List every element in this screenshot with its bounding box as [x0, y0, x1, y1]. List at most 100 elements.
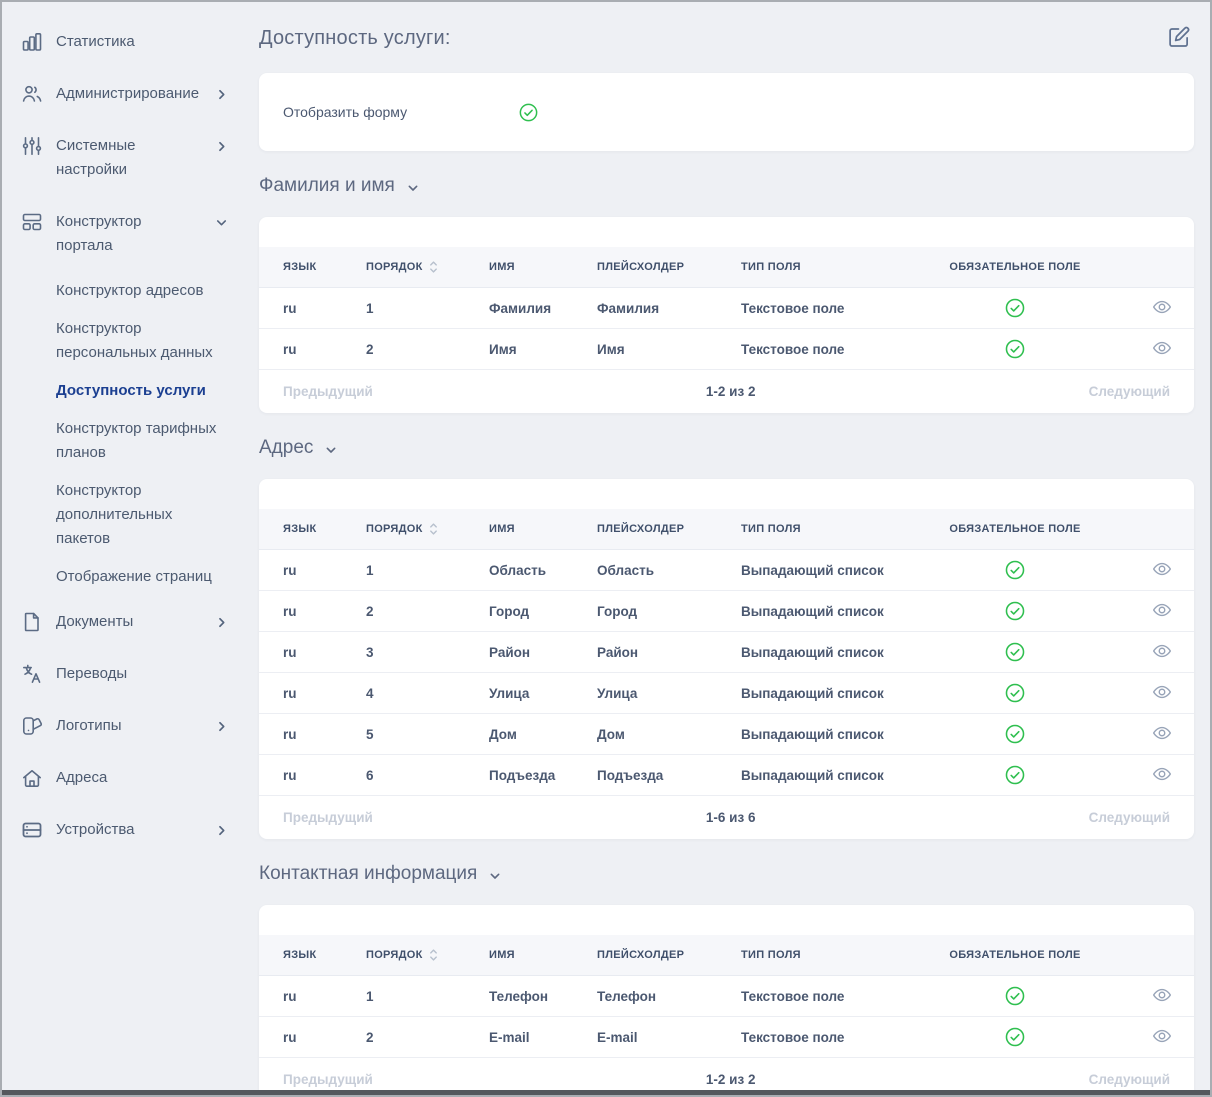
cell-name: Телефон [481, 976, 589, 1017]
cell-name: Дом [481, 714, 589, 755]
cell-placeholder: Телефон [589, 976, 733, 1017]
chevron-right-icon [213, 718, 229, 734]
cell-order: 2 [358, 1017, 481, 1058]
cell-order: 5 [358, 714, 481, 755]
chevron-right-icon [213, 86, 229, 102]
view-button[interactable] [1150, 559, 1174, 582]
view-button[interactable] [1150, 985, 1174, 1008]
required-check-icon [1004, 764, 1026, 786]
required-check-icon [1004, 559, 1026, 581]
cell-field-type: Текстовое поле [733, 976, 930, 1017]
chevron-down-icon [405, 180, 421, 196]
window-bottom-edge [2, 1090, 1210, 1095]
column-header-language: ЯЗЫК [259, 509, 358, 550]
column-header-view [1100, 247, 1194, 288]
cell-field-type: Выпадающий список [733, 714, 930, 755]
cell-language: ru [259, 673, 358, 714]
sidebar-item-documents[interactable]: Документы [2, 596, 243, 648]
cell-placeholder: Улица [589, 673, 733, 714]
column-header-name: ИМЯ [481, 509, 589, 550]
cell-order: 1 [358, 550, 481, 591]
section-title: Фамилия и имя [259, 175, 395, 197]
pagination-range: 1-2 из 2 [706, 384, 756, 399]
view-button[interactable] [1150, 682, 1174, 705]
cell-placeholder: Подъезда [589, 755, 733, 796]
cell-placeholder: Имя [589, 329, 733, 370]
sidebar-item-administration[interactable]: Администрирование [2, 68, 243, 120]
cell-placeholder: Район [589, 632, 733, 673]
required-check-icon [1004, 1026, 1026, 1048]
eye-icon [1150, 338, 1174, 361]
fields-table: ЯЗЫКПОРЯДОКИМЯПЛЕЙСХОЛДЕРТИП ПОЛЯОБЯЗАТЕ… [259, 247, 1194, 370]
cell-placeholder: Область [589, 550, 733, 591]
availability-label: Отобразить форму [283, 104, 518, 120]
table-card: ЯЗЫКПОРЯДОКИМЯПЛЕЙСХОЛДЕРТИП ПОЛЯОБЯЗАТЕ… [259, 217, 1194, 413]
column-header-placeholder: ПЛЕЙСХОЛДЕР [589, 247, 733, 288]
view-button[interactable] [1150, 1026, 1174, 1049]
sort-icon[interactable] [427, 521, 440, 537]
document-icon [20, 610, 44, 634]
cell-field-type: Текстовое поле [733, 329, 930, 370]
sidebar-item-system-settings[interactable]: Системные настройки [2, 120, 243, 196]
bar-chart-icon [20, 30, 44, 54]
column-label: ЯЗЫК [283, 523, 316, 535]
column-label: ПОРЯДОК [366, 949, 423, 961]
cell-language: ru [259, 550, 358, 591]
sidebar-item-tariff-plans-constructor[interactable]: Конструктор тарифных планов [2, 410, 243, 472]
sidebar-item-address-constructor[interactable]: Конструктор адресов [2, 272, 243, 310]
view-button[interactable] [1150, 338, 1174, 361]
view-button[interactable] [1150, 764, 1174, 787]
logos-icon [20, 714, 44, 738]
column-header-order[interactable]: ПОРЯДОК [358, 247, 481, 288]
cell-name: Улица [481, 673, 589, 714]
column-label: ОБЯЗАТЕЛЬНОЕ ПОЛЕ [949, 523, 1080, 535]
chevron-down-icon [323, 442, 339, 458]
table-header-row: ЯЗЫКПОРЯДОКИМЯПЛЕЙСХОЛДЕРТИП ПОЛЯОБЯЗАТЕ… [259, 509, 1194, 550]
view-button[interactable] [1150, 600, 1174, 623]
sidebar-item-service-availability[interactable]: Доступность услуги [2, 372, 243, 410]
cell-name: Город [481, 591, 589, 632]
cell-placeholder: Город [589, 591, 733, 632]
table-card: ЯЗЫКПОРЯДОКИМЯПЛЕЙСХОЛДЕРТИП ПОЛЯОБЯЗАТЕ… [259, 479, 1194, 839]
cell-name: E-mail [481, 1017, 589, 1058]
pagination-next[interactable]: Следующий [1089, 384, 1170, 399]
sidebar-item-devices[interactable]: Устройства [2, 804, 243, 856]
column-header-order[interactable]: ПОРЯДОК [358, 935, 481, 976]
view-button[interactable] [1150, 641, 1174, 664]
sidebar-item-statistics[interactable]: Статистика [2, 16, 243, 68]
column-label: ИМЯ [489, 261, 515, 273]
table-header-row: ЯЗЫКПОРЯДОКИМЯПЛЕЙСХОЛДЕРТИП ПОЛЯОБЯЗАТЕ… [259, 247, 1194, 288]
sidebar-item-logos[interactable]: Логотипы [2, 700, 243, 752]
pagination-previous[interactable]: Предыдущий [283, 810, 373, 825]
pagination-next[interactable]: Следующий [1089, 810, 1170, 825]
required-check-icon [1004, 297, 1026, 319]
pagination-previous[interactable]: Предыдущий [283, 384, 373, 399]
sidebar-item-translations[interactable]: Переводы [2, 648, 243, 700]
required-check-icon [1004, 985, 1026, 1007]
view-button[interactable] [1150, 723, 1174, 746]
sidebar-item-additional-packages-constructor[interactable]: Конструктор дополнительных пакетов [2, 472, 243, 558]
pagination-next[interactable]: Следующий [1089, 1072, 1170, 1087]
table-row: ru 4 Улица Улица Выпадающий список [259, 673, 1194, 714]
sort-icon[interactable] [427, 259, 440, 275]
sort-icon[interactable] [427, 947, 440, 963]
column-label: ТИП ПОЛЯ [741, 949, 801, 961]
column-header-order[interactable]: ПОРЯДОК [358, 509, 481, 550]
section-header-2[interactable]: Контактная информация [259, 863, 503, 885]
sidebar-item-portal-constructor[interactable]: Конструктор портала [2, 196, 243, 272]
section-header-0[interactable]: Фамилия и имя [259, 175, 421, 197]
section-0: Фамилия и имя ЯЗЫКПОРЯДОКИМЯПЛЕЙСХОЛДЕРТ… [259, 175, 1194, 413]
table-row: ru 2 Имя Имя Текстовое поле [259, 329, 1194, 370]
sidebar-item-page-display[interactable]: Отображение страниц [2, 558, 243, 596]
cell-language: ru [259, 714, 358, 755]
pagination-previous[interactable]: Предыдущий [283, 1072, 373, 1087]
pagination-range: 1-2 из 2 [706, 1072, 756, 1087]
main-content: Доступность услуги: Отобразить форму Ф [243, 2, 1210, 1095]
sidebar-item-addresses[interactable]: Адреса [2, 752, 243, 804]
view-button[interactable] [1150, 297, 1174, 320]
required-check-icon [1004, 682, 1026, 704]
sidebar-item-personal-data-constructor[interactable]: Конструктор персональных данных [2, 310, 243, 372]
table-row: ru 1 Область Область Выпадающий список [259, 550, 1194, 591]
section-header-1[interactable]: Адрес [259, 437, 339, 459]
edit-button[interactable] [1164, 22, 1194, 55]
